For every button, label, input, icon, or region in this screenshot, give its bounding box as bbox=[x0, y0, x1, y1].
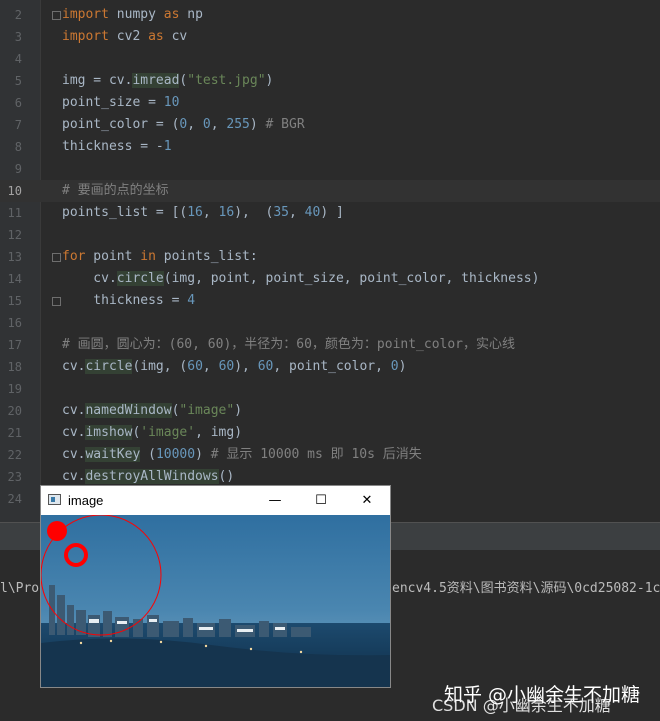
code-line[interactable]: 13 for point in points_list: bbox=[0, 246, 660, 268]
line-number: 18 bbox=[7, 360, 22, 374]
code-text: cv.circle(img, point, point_size, point_… bbox=[62, 271, 540, 286]
line-number: 5 bbox=[14, 74, 22, 88]
code-text: points_list = [(16, 16), (35, 40) ] bbox=[62, 205, 344, 220]
line-number: 14 bbox=[7, 272, 22, 286]
city-photo-with-circles bbox=[41, 515, 390, 687]
line-number: 20 bbox=[7, 404, 22, 418]
code-line[interactable]: 21 cv.imshow('image', img) bbox=[0, 422, 660, 444]
code-text: for point in points_list: bbox=[62, 249, 258, 264]
code-text: thickness = -1 bbox=[62, 139, 172, 154]
console-path-right: encv4.5资料\图书资料\源码\0cd25082-1c bbox=[392, 581, 660, 596]
console-path-left: l\Pro bbox=[0, 581, 40, 596]
line-number: 21 bbox=[7, 426, 22, 440]
image-window-titlebar[interactable]: image — ☐ ✕ bbox=[41, 486, 390, 515]
line-number: 2 bbox=[14, 8, 22, 22]
code-text: import numpy as np bbox=[62, 7, 203, 22]
fold-marker-icon[interactable] bbox=[52, 297, 61, 306]
code-line[interactable]: 22 cv.waitKey (10000) # 显示 10000 ms 即 10s… bbox=[0, 444, 660, 466]
code-line[interactable]: 16 bbox=[0, 312, 660, 334]
window-app-icon bbox=[48, 494, 61, 505]
code-text: # 画圆，圆心为：(60, 60)，半径为：60，颜色为：point_color… bbox=[62, 337, 516, 352]
line-number: 19 bbox=[7, 382, 22, 396]
code-line[interactable]: 2 import numpy as np bbox=[0, 4, 660, 26]
maximize-button[interactable]: ☐ bbox=[298, 486, 344, 515]
line-number: 11 bbox=[7, 206, 22, 220]
code-line[interactable]: 14 cv.circle(img, point, point_size, poi… bbox=[0, 268, 660, 290]
code-line[interactable]: 10 # 要画的点的坐标 bbox=[0, 180, 660, 202]
code-line[interactable]: 18 cv.circle(img, (60, 60), 60, point_col… bbox=[0, 356, 660, 378]
line-number: 9 bbox=[14, 162, 22, 176]
line-number: 7 bbox=[14, 118, 22, 132]
code-text: point_color = (0, 0, 255) # BGR bbox=[62, 117, 305, 132]
line-number: 13 bbox=[7, 250, 22, 264]
minimize-button[interactable]: — bbox=[252, 486, 298, 515]
image-canvas bbox=[41, 515, 390, 687]
code-line[interactable]: 20 cv.namedWindow("image") bbox=[0, 400, 660, 422]
line-number: 12 bbox=[7, 228, 22, 242]
code-text: point_size = 10 bbox=[62, 95, 180, 110]
line-number: 24 bbox=[7, 492, 22, 506]
line-number: 8 bbox=[14, 140, 22, 154]
code-editor[interactable]: 2 import numpy as np 3 import cv2 as cv 4 5 im… bbox=[0, 0, 660, 522]
code-line[interactable]: 5 img = cv.imread("test.jpg") bbox=[0, 70, 660, 92]
code-text: img = cv.imread("test.jpg") bbox=[62, 73, 274, 88]
line-number: 15 bbox=[7, 294, 22, 308]
code-text: cv.imshow('image', img) bbox=[62, 425, 243, 440]
code-text: import cv2 as cv bbox=[62, 29, 188, 44]
code-text: cv.namedWindow("image") bbox=[62, 403, 243, 418]
filled-red-point bbox=[47, 521, 67, 541]
line-number: 17 bbox=[7, 338, 22, 352]
code-text: thickness = 4 bbox=[62, 293, 196, 308]
code-line[interactable]: 3 import cv2 as cv bbox=[0, 26, 660, 48]
code-line[interactable]: 6 point_size = 10 bbox=[0, 92, 660, 114]
code-line[interactable]: 19 bbox=[0, 378, 660, 400]
line-number: 22 bbox=[7, 448, 22, 462]
line-number: 23 bbox=[7, 470, 22, 484]
code-line[interactable]: 8 thickness = -1 bbox=[0, 136, 660, 158]
code-line[interactable]: 12 bbox=[0, 224, 660, 246]
line-number: 10 bbox=[7, 184, 22, 198]
code-line[interactable]: 4 bbox=[0, 48, 660, 70]
code-text: # 要画的点的坐标 bbox=[62, 183, 169, 198]
line-number: 6 bbox=[14, 96, 22, 110]
line-number: 16 bbox=[7, 316, 22, 330]
code-line[interactable]: 9 bbox=[0, 158, 660, 180]
fold-marker-icon[interactable] bbox=[52, 253, 61, 262]
csdn-watermark: CSDN @小幽余生不加糖 bbox=[432, 696, 611, 715]
code-line[interactable]: 15 thickness = 4 bbox=[0, 290, 660, 312]
image-window-title: image bbox=[68, 493, 104, 508]
fold-marker-icon[interactable] bbox=[52, 11, 61, 20]
code-text: cv.waitKey (10000) # 显示 10000 ms 即 10s 后… bbox=[62, 447, 422, 462]
code-text: cv.circle(img, (60, 60), 60, point_color… bbox=[62, 359, 407, 374]
code-line[interactable]: 7 point_color = (0, 0, 255) # BGR bbox=[0, 114, 660, 136]
line-number: 3 bbox=[14, 30, 22, 44]
close-button[interactable]: ✕ bbox=[344, 486, 390, 515]
code-line[interactable]: 17 # 画圆，圆心为：(60, 60)，半径为：60，颜色为：point_col… bbox=[0, 334, 660, 356]
image-window[interactable]: image — ☐ ✕ bbox=[40, 485, 391, 688]
code-line[interactable]: 11 points_list = [(16, 16), (35, 40) ] bbox=[0, 202, 660, 224]
line-number: 4 bbox=[14, 52, 22, 66]
